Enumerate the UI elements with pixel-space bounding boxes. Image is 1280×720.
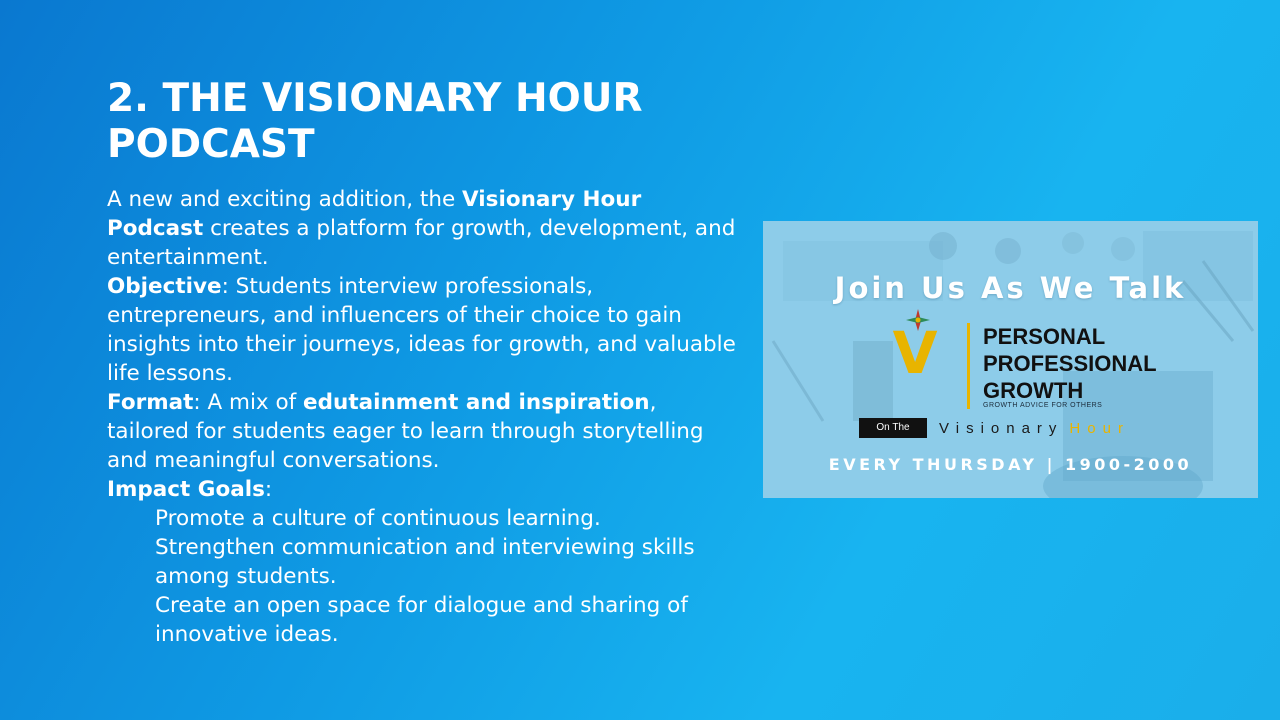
ppg-heading: PERSONAL PROFESSIONAL GROWTH bbox=[983, 323, 1157, 404]
on-the-label: On The bbox=[859, 418, 927, 438]
format-label: Format bbox=[107, 390, 194, 415]
format-text: : A mix of bbox=[193, 390, 304, 415]
impact-goal: Create an open space for dialogue and sh… bbox=[155, 593, 688, 647]
impact-goal: Strengthen communication and interviewin… bbox=[155, 535, 695, 589]
impact-label: Impact Goals bbox=[107, 477, 265, 502]
logo-letter: V bbox=[893, 319, 938, 383]
ppg-line-personal: PERSONAL bbox=[983, 324, 1106, 349]
ppg-line-professional: PROFESSIONAL bbox=[983, 351, 1157, 376]
visionary-hour-wordmark: Visionary Hour bbox=[939, 420, 1130, 437]
tagline: GROWTH ADVICE FOR OTHERS bbox=[983, 402, 1103, 409]
intro-paragraph: A new and exciting addition, the Visiona… bbox=[107, 185, 737, 272]
wordmark-visionary: Visionary bbox=[939, 420, 1064, 437]
objective-label: Objective bbox=[107, 274, 222, 299]
impact-goal: Promote a culture of continuous learning… bbox=[155, 506, 601, 531]
format-paragraph: Format: A mix of edutainment and inspira… bbox=[107, 388, 737, 475]
intro-text: A new and exciting addition, the bbox=[107, 187, 463, 212]
impact-colon: : bbox=[264, 477, 273, 502]
impact-paragraph: Impact Goals: bbox=[107, 475, 737, 504]
wordmark-hour: Hour bbox=[1069, 420, 1130, 437]
visionary-v-logo-icon: V bbox=[893, 309, 938, 383]
slide-body: A new and exciting addition, the Visiona… bbox=[107, 185, 737, 649]
join-us-heading: Join Us As We Talk bbox=[834, 271, 1187, 305]
logo-divider bbox=[967, 323, 970, 409]
format-highlight: edutainment and inspiration bbox=[303, 390, 650, 415]
slide-title: 2. THE VISIONARY HOUR PODCAST bbox=[107, 76, 643, 167]
objective-paragraph: Objective: Students interview profession… bbox=[107, 272, 737, 388]
podcast-promo-image: Join Us As We Talk V PERSONAL PROFESSION… bbox=[763, 221, 1258, 498]
schedule-text: EVERY THURSDAY | 1900-2000 bbox=[828, 455, 1193, 474]
ppg-line-growth: GROWTH bbox=[983, 378, 1084, 403]
